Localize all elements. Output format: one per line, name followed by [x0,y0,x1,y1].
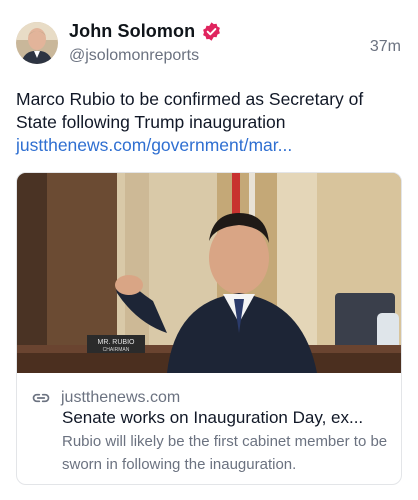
link-preview-meta[interactable]: justthenews.com Senate works on Inaugura… [17,373,401,484]
author-handle[interactable]: @jsolomonreports [69,47,199,65]
link-preview-card[interactable]: MR. RUBIO CHAIRMAN justthenews.com Senat… [16,172,402,485]
post-text: Marco Rubio to be confirmed as Secretary… [16,89,364,132]
verified-badge-icon [201,21,222,42]
author-name-text: John Solomon [69,21,196,41]
link-preview-description: Rubio will likely be the first cabinet m… [62,433,388,473]
social-post: John Solomon @jsolomonreports 37m Marco … [0,0,418,500]
link-preview-title[interactable]: Senate works on Inauguration Day, ex... [62,408,392,428]
nameplate-line1: MR. RUBIO [98,339,136,346]
author-name[interactable]: John Solomon [69,21,222,42]
link-domain-row: justthenews.com [31,388,180,408]
nameplate-line2: CHAIRMAN [103,347,130,353]
link-preview-image[interactable]: MR. RUBIO CHAIRMAN [17,173,401,373]
link-domain: justthenews.com [61,389,181,406]
post-timestamp[interactable]: 37m [370,38,401,56]
author-avatar[interactable] [16,22,58,64]
link-icon [31,388,51,408]
post-link[interactable]: justthenews.com/government/mar... [16,134,292,157]
